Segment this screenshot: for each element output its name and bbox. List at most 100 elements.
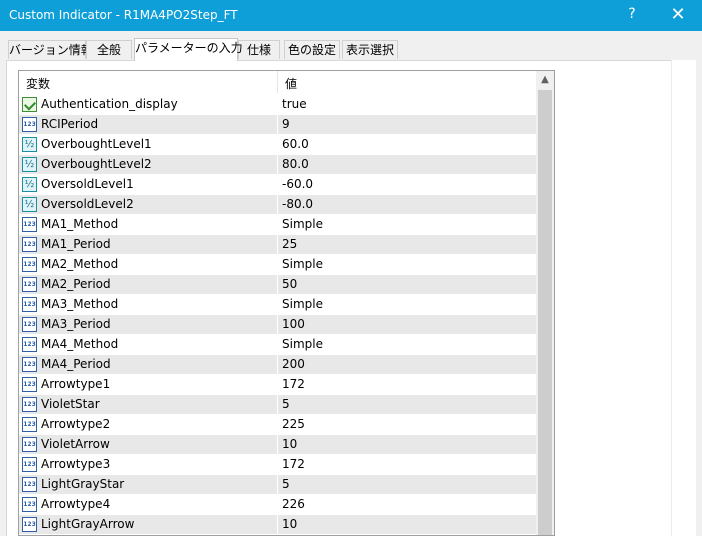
table-row[interactable]: MA4_Method Simple [19,335,536,355]
variable-cell[interactable]: LightGrayArrow [19,515,277,534]
table-row[interactable]: MA4_Period 200 [19,355,536,375]
tab-color-settings[interactable]: 色の設定 [284,40,340,59]
table-row[interactable]: MA3_Method Simple [19,295,536,315]
variable-cell[interactable]: MA2_Period [19,275,277,294]
value-cell[interactable]: 10 [278,515,536,534]
value-cell[interactable]: 5 [278,475,536,494]
window-title: Custom Indicator - R1MA4PO2Step_FT [9,8,238,22]
table-row[interactable]: OverboughtLevel2 80.0 [19,155,536,175]
variable-cell[interactable]: MA4_Method [19,335,277,354]
variable-value: 9 [282,117,290,131]
value-cell[interactable]: 172 [278,455,536,474]
tab-general[interactable]: 全般 [86,40,132,59]
variable-cell[interactable]: Arrowtype4 [19,495,277,514]
table-row[interactable]: VioletStar 5 [19,395,536,415]
variable-value: 226 [282,497,305,511]
scrollbar-thumb[interactable] [538,90,552,535]
table-row[interactable]: Arrowtype1 172 [19,375,536,395]
variable-cell[interactable]: MA1_Method [19,215,277,234]
value-cell[interactable]: 225 [278,415,536,434]
variable-name: LightGrayStar [41,477,125,491]
tab-version-info[interactable]: バージョン情報 [8,40,93,59]
tab-parameter-input[interactable]: パラメーターの入力 [134,38,243,61]
variable-name: OversoldLevel1 [41,177,134,191]
table-row[interactable]: OversoldLevel2 -80.0 [19,195,536,215]
int-icon [22,297,37,312]
int-icon [22,497,37,512]
tab-specification[interactable]: 仕様 [238,40,280,59]
column-header-value[interactable]: 値 [285,75,297,92]
value-cell[interactable]: 200 [278,355,536,374]
double-icon [22,177,37,192]
variable-cell[interactable]: Arrowtype2 [19,415,277,434]
variable-cell[interactable]: VioletArrow [19,435,277,454]
int-icon [22,337,37,352]
variable-value: 5 [282,397,290,411]
table-row[interactable]: Arrowtype4 226 [19,495,536,515]
value-cell[interactable]: 25 [278,235,536,254]
variable-cell[interactable]: MA4_Period [19,355,277,374]
table-row[interactable]: Authentication_display true [19,95,536,115]
variable-cell[interactable]: Arrowtype1 [19,375,277,394]
close-button[interactable]: ✕ [668,4,688,25]
grid-rows: Authentication_display true RCIPeriod 9 Over… [19,95,536,535]
table-row[interactable]: MA1_Period 25 [19,235,536,255]
variable-cell[interactable]: MA1_Period [19,235,277,254]
table-row[interactable]: OverboughtLevel1 60.0 [19,135,536,155]
value-cell[interactable]: 5 [278,395,536,414]
value-cell[interactable]: 226 [278,495,536,514]
variable-cell[interactable]: OversoldLevel2 [19,195,277,214]
value-cell[interactable]: true [278,95,536,114]
variable-name: Arrowtype1 [41,377,111,391]
vertical-scrollbar[interactable]: ▲ [536,71,554,535]
int-icon [22,257,37,272]
column-divider[interactable] [277,71,278,93]
value-cell[interactable]: 60.0 [278,135,536,154]
table-row[interactable]: MA3_Period 100 [19,315,536,335]
parameter-grid: 変数 値 Authentication_display true RCIPeriod… [18,70,555,536]
variable-cell[interactable]: RCIPeriod [19,115,277,134]
scroll-up-icon[interactable]: ▲ [536,71,554,89]
value-cell[interactable]: Simple [278,255,536,274]
value-cell[interactable]: 100 [278,315,536,334]
table-row[interactable]: MA2_Period 50 [19,275,536,295]
help-button[interactable]: ? [622,6,642,22]
variable-cell[interactable]: Arrowtype3 [19,455,277,474]
table-row[interactable]: MA2_Method Simple [19,255,536,275]
table-row[interactable]: Arrowtype3 172 [19,455,536,475]
column-header-variable[interactable]: 変数 [26,75,50,92]
variable-cell[interactable]: VioletStar [19,395,277,414]
table-row[interactable]: LightGrayStar 5 [19,475,536,495]
value-cell[interactable]: 10 [278,435,536,454]
value-cell[interactable]: 50 [278,275,536,294]
outer-scroll-gutter [671,60,696,536]
tab-display-select[interactable]: 表示選択 [342,40,398,59]
value-cell[interactable]: 80.0 [278,155,536,174]
value-cell[interactable]: -60.0 [278,175,536,194]
value-cell[interactable]: 172 [278,375,536,394]
variable-name: MA4_Method [41,337,119,351]
variable-cell[interactable]: MA3_Method [19,295,277,314]
value-cell[interactable]: Simple [278,215,536,234]
variable-cell[interactable]: LightGrayStar [19,475,277,494]
table-row[interactable]: Arrowtype2 225 [19,415,536,435]
table-row[interactable]: VioletArrow 10 [19,435,536,455]
value-cell[interactable]: 9 [278,115,536,134]
variable-cell[interactable]: MA3_Period [19,315,277,334]
value-cell[interactable]: Simple [278,295,536,314]
variable-cell[interactable]: Authentication_display [19,95,277,114]
table-row[interactable]: RCIPeriod 9 [19,115,536,135]
variable-cell[interactable]: OverboughtLevel1 [19,135,277,154]
value-cell[interactable]: Simple [278,335,536,354]
variable-value: 100 [282,317,305,331]
value-cell[interactable]: -80.0 [278,195,536,214]
int-icon [22,317,37,332]
variable-cell[interactable]: MA2_Method [19,255,277,274]
variable-cell[interactable]: OversoldLevel1 [19,175,277,194]
table-row[interactable]: MA1_Method Simple [19,215,536,235]
variable-cell[interactable]: OverboughtLevel2 [19,155,277,174]
variable-name: MA3_Period [41,317,111,331]
title-bar: Custom Indicator - R1MA4PO2Step_FT ? ✕ [0,0,702,31]
table-row[interactable]: LightGrayArrow 10 [19,515,536,535]
table-row[interactable]: OversoldLevel1 -60.0 [19,175,536,195]
